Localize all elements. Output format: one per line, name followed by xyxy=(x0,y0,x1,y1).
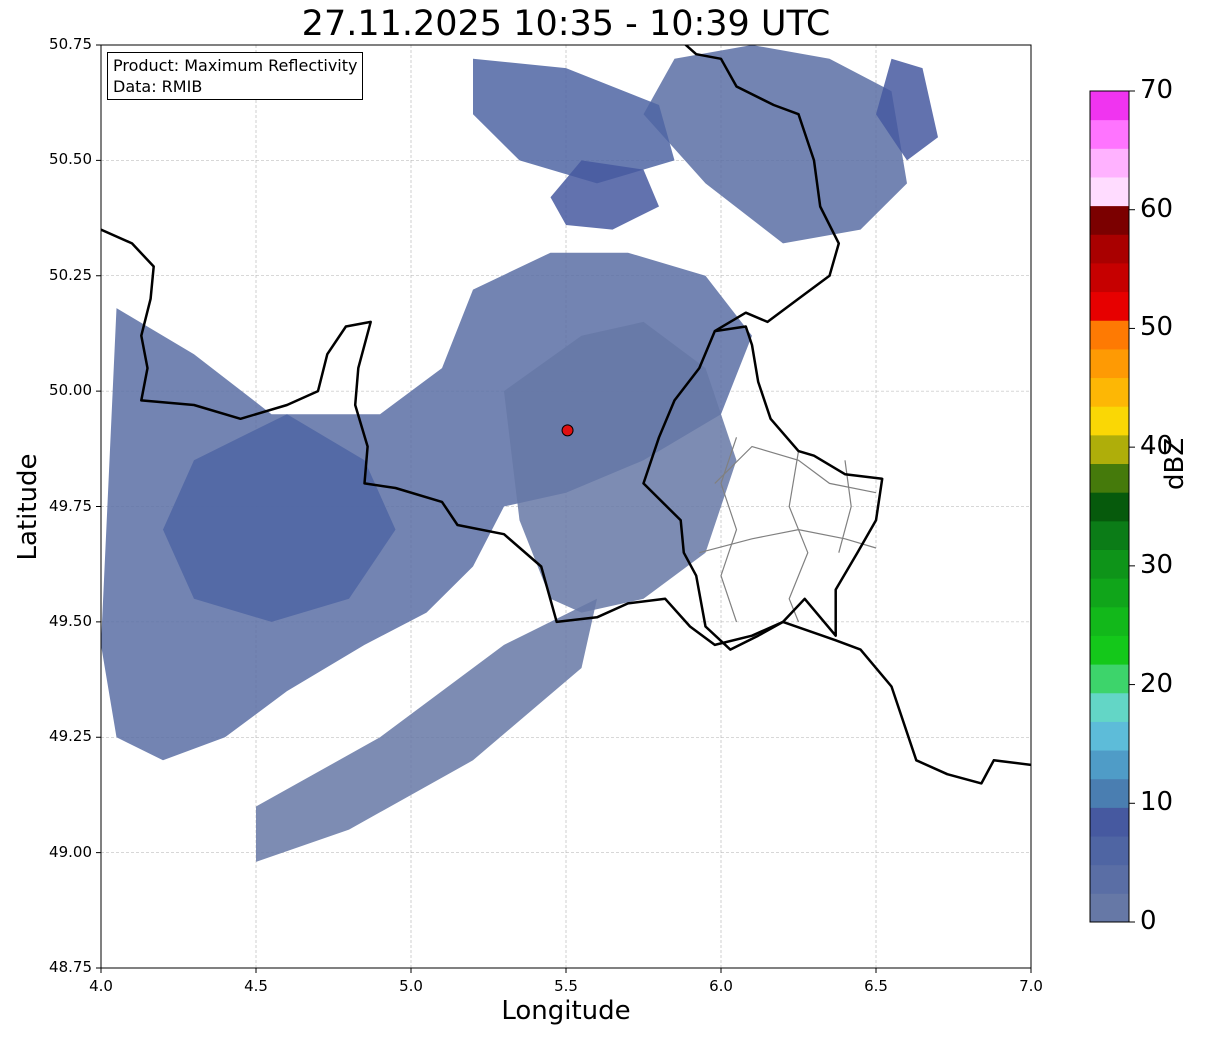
info-box: Product: Maximum Reflectivity Data: RMIB xyxy=(107,52,364,100)
y-tick-label: 50.25 xyxy=(49,265,92,284)
region-boundary xyxy=(788,451,809,623)
colorbar-segment xyxy=(1090,807,1129,837)
colorbar-tick-label: 20 xyxy=(1140,668,1174,699)
colorbar-segment xyxy=(1090,463,1129,493)
y-tick-label: 50.50 xyxy=(49,150,92,169)
colorbar-tick-label: 60 xyxy=(1140,193,1174,224)
x-axis-ticks xyxy=(100,968,1032,973)
y-axis-title: Latitude xyxy=(13,453,43,561)
echo-region xyxy=(473,58,675,184)
colorbar-tick-label: 0 xyxy=(1140,906,1157,936)
colorbar-segment xyxy=(1090,836,1129,866)
colorbar-segment xyxy=(1090,434,1129,465)
reflectivity-echoes xyxy=(101,45,938,862)
colorbar-segment xyxy=(1090,406,1129,436)
colorbar-segment xyxy=(1090,721,1129,751)
radar-site-layer xyxy=(561,424,574,437)
x-tick-label: 4.0 xyxy=(89,977,113,995)
colorbar-segment xyxy=(1090,205,1129,235)
y-axis-ticks xyxy=(96,44,101,969)
colorbar-segment xyxy=(1090,234,1129,264)
colorbar-segment xyxy=(1090,750,1129,780)
colorbar-segment xyxy=(1090,520,1129,550)
y-tick-label: 50.75 xyxy=(49,35,92,53)
colorbar-segment xyxy=(1090,348,1129,379)
colorbar-segment xyxy=(1090,549,1129,579)
colorbar-segment xyxy=(1090,664,1129,694)
echo-region xyxy=(643,45,907,244)
colorbar-tick-label: 10 xyxy=(1140,787,1174,818)
colorbar-segment xyxy=(1090,778,1129,808)
colorbar-segment xyxy=(1090,320,1129,350)
colorbar-tick-label: 70 xyxy=(1140,75,1174,105)
colorbar-segment xyxy=(1090,864,1129,894)
colorbar-tick-label: 30 xyxy=(1140,549,1174,580)
colorbar-segment xyxy=(1090,692,1129,722)
y-tick-label: 49.25 xyxy=(49,727,92,746)
colorbar-segment xyxy=(1090,119,1129,149)
colorbar-segment xyxy=(1090,262,1129,293)
colorbar-segment xyxy=(1090,91,1129,121)
colorbar-segment xyxy=(1090,606,1129,636)
x-tick-label: 6.0 xyxy=(709,977,733,995)
data-source-label: Data: RMIB xyxy=(113,77,203,96)
y-tick-label: 49.75 xyxy=(49,496,92,515)
y-tick-label: 48.75 xyxy=(49,958,92,976)
x-tick-label: 4.5 xyxy=(244,977,268,995)
x-axis-title: Longitude xyxy=(501,996,631,1026)
colorbar-tick-label: 50 xyxy=(1140,312,1174,343)
colorbar-segment xyxy=(1090,578,1129,608)
chart-title: 27.11.2025 10:35 - 10:39 UTC xyxy=(301,4,831,44)
colorbar-tick-label: 40 xyxy=(1140,431,1174,462)
colorbar-segment xyxy=(1090,635,1129,665)
radar-site-marker xyxy=(561,424,574,437)
colorbar-segment xyxy=(1090,291,1129,321)
colorbar-segment xyxy=(1090,893,1129,923)
x-tick-label: 7.0 xyxy=(1019,977,1043,995)
colorbar-segment xyxy=(1090,176,1129,207)
colorbar-segment xyxy=(1090,377,1129,407)
y-tick-label: 49.00 xyxy=(49,842,92,861)
radar-figure: 27.11.2025 10:35 - 10:39 UTC Product: Ma… xyxy=(0,0,1219,1040)
colorbar-segment xyxy=(1090,148,1129,178)
x-tick-label: 5.5 xyxy=(554,977,578,995)
product-label: Product: Maximum Reflectivity xyxy=(113,56,358,75)
region-boundary xyxy=(699,528,877,554)
radar-map-chart xyxy=(96,44,1135,973)
x-tick-label: 5.0 xyxy=(399,977,423,995)
x-tick-label: 6.5 xyxy=(864,977,888,995)
colorbar-segment xyxy=(1090,492,1129,522)
colorbar xyxy=(1089,90,1135,923)
y-tick-label: 49.50 xyxy=(49,611,92,630)
y-tick-label: 50.00 xyxy=(49,381,92,400)
